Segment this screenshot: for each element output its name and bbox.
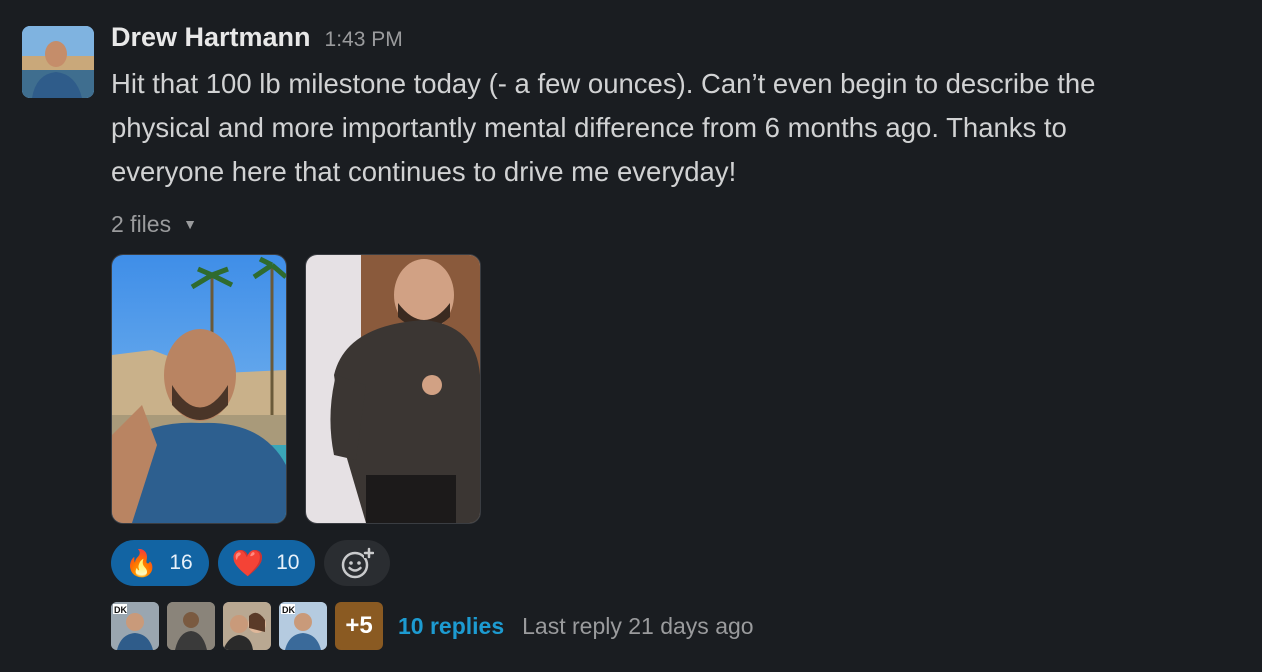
reaction-heart[interactable]: ❤️ 10 (217, 540, 316, 586)
participant-avatar (167, 602, 215, 650)
heart-emoji-icon: ❤️ (231, 548, 265, 578)
svg-text:DK: DK (282, 605, 295, 615)
files-label: 2 files (111, 210, 172, 237)
svg-text:DK: DK (114, 605, 127, 615)
message-line: Hit that 100 lb milestone today (- a few… (111, 68, 1096, 99)
author-name[interactable]: Drew Hartmann (111, 22, 311, 53)
reaction-count: 10 (276, 551, 300, 574)
participant-avatar: DK (111, 602, 159, 650)
last-reply-text: Last reply 21 days ago (522, 612, 754, 639)
reaction-count: 16 (169, 551, 193, 574)
author-avatar[interactable] (22, 26, 94, 98)
caret-down-icon[interactable]: ▼ (183, 216, 197, 232)
message-text: Hit that 100 lb milestone today (- a few… (111, 62, 1211, 194)
message: Drew Hartmann 1:43 PM Hit that 100 lb mi… (111, 22, 1231, 651)
fire-emoji-icon: 🔥 (125, 548, 158, 578)
files-toggle[interactable]: 2 files ▼ (111, 208, 1231, 240)
photo-thumbnail-selfie[interactable] (111, 254, 287, 524)
message-timestamp[interactable]: 1:43 PM (325, 28, 403, 52)
add-reaction-button[interactable] (324, 540, 391, 586)
reactions-bar: 🔥 16 ❤️ 10 (111, 540, 1231, 586)
message-line: everyone here that continues to drive me… (111, 156, 737, 187)
replies-link[interactable]: 10 replies (398, 613, 504, 640)
add-emoji-icon (342, 547, 375, 579)
thread-summary[interactable]: DK DK +5 10 replies Last reply 21 days a… (111, 601, 1231, 651)
message-header: Drew Hartmann 1:43 PM (111, 22, 1231, 62)
photo-thumbnail-before[interactable] (305, 254, 481, 524)
participant-avatar (223, 602, 271, 650)
message-line: physical and more importantly mental dif… (111, 112, 1067, 143)
more-participants-count: +5 (335, 602, 383, 650)
participant-avatar: DK (279, 602, 327, 650)
reaction-fire[interactable]: 🔥 16 (111, 540, 209, 586)
file-thumbnails (111, 254, 1231, 524)
